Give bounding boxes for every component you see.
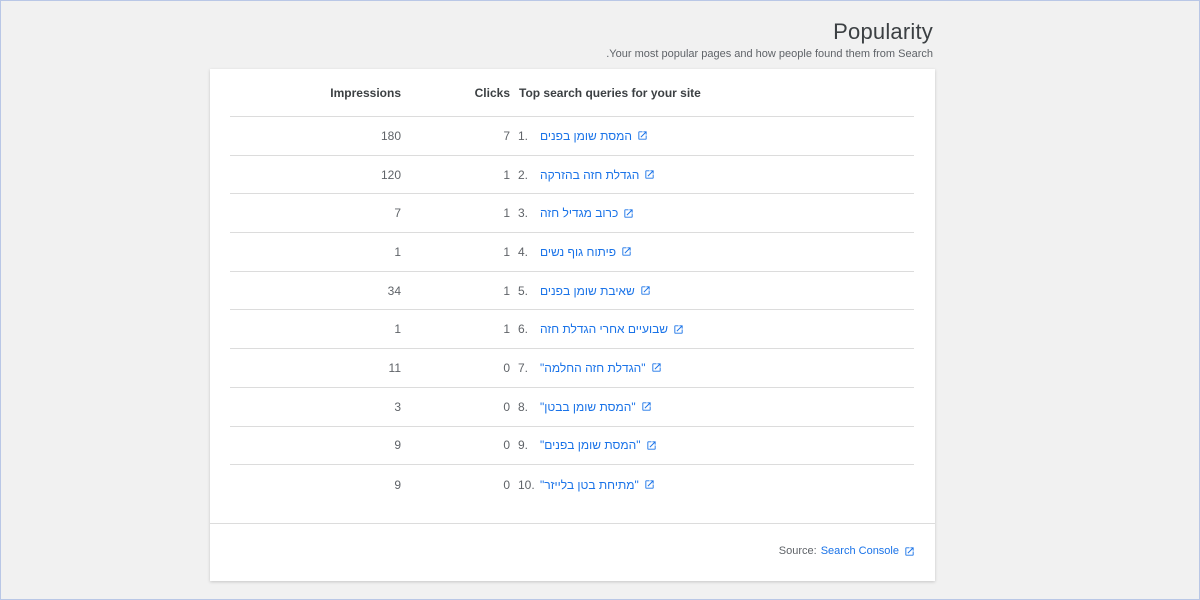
table-row: 9 0 10. "מתיחת בטן בלייזר" [230,465,914,504]
impressions-cell: 3 [394,399,401,414]
rank-number: 6. [518,322,529,337]
clicks-cell: 0 [503,477,510,492]
rank-number: 10. [518,477,535,492]
clicks-cell: 1 [503,206,510,221]
page-frame: Popularity .Your most popular pages and … [0,0,1200,600]
query-cell: 3. כרוב מגדיל חזה [518,194,634,232]
rank-number: 5. [518,283,529,298]
clicks-cell: 1 [503,167,510,182]
open-in-new-icon[interactable] [637,130,648,141]
table-row: 9 0 9. "המסת שומן בפנים" [230,427,914,466]
open-in-new-icon[interactable] [646,440,657,451]
clicks-cell: 1 [503,283,510,298]
rank-number: 3. [518,206,529,221]
table-row: 3 0 8. "המסת שומן בבטן" [230,388,914,427]
impressions-header: Impressions [330,85,401,100]
table-row: 120 1 2. הגדלת חזה בהזרקה [230,156,914,195]
table-header: Impressions Clicks Top search queries fo… [230,69,914,117]
impressions-cell: 120 [380,167,401,182]
page-subtitle: .Your most popular pages and how people … [606,48,933,60]
impressions-cell: 7 [394,206,401,221]
clicks-cell: 7 [503,128,510,143]
open-in-new-icon[interactable] [644,169,655,180]
rank-number: 4. [518,244,529,259]
open-in-new-icon[interactable] [640,285,651,296]
open-in-new-icon[interactable] [621,246,632,257]
clicks-cell: 1 [503,322,510,337]
source-label: Source: [778,545,817,557]
clicks-cell: 1 [503,244,510,259]
query-link[interactable]: המסת שומן בפנים [540,129,632,143]
query-link[interactable]: "המסת שומן בבטן" [540,400,636,414]
table-row: 180 7 1. המסת שומן בפנים [230,117,914,156]
query-cell: 9. "המסת שומן בפנים" [518,427,657,465]
rank-number: 7. [518,360,529,375]
clicks-cell: 0 [503,399,510,414]
table-body: 180 7 1. המסת שומן בפנים 120 1 2. הגדלת חזה בהז… [230,117,914,504]
footer-divider [210,523,935,524]
query-link[interactable]: שבועיים אחרי הגדלת חזה [540,322,668,336]
open-in-new-icon[interactable] [651,362,662,373]
query-cell: 2. הגדלת חזה בהזרקה [518,156,655,194]
impressions-cell: 1 [394,322,401,337]
impressions-cell: 9 [394,477,401,492]
query-cell: 1. המסת שומן בפנים [518,117,648,155]
table-row: 7 1 3. כרוב מגדיל חזה [230,194,914,234]
query-header: Top search queries for your site [519,85,701,100]
query-cell: 5. שאיבת שומן בפנים [518,272,651,310]
open-in-new-icon[interactable] [673,324,684,335]
open-in-new-icon[interactable] [623,208,634,219]
open-in-new-icon[interactable] [644,479,655,490]
query-link[interactable]: פיתוח גוף נשים [540,245,616,259]
impressions-cell: 180 [380,128,401,143]
rank-number: 1. [518,128,529,143]
queries-table: Impressions Clicks Top search queries fo… [230,69,914,504]
impressions-cell: 9 [394,438,401,453]
query-link[interactable]: כרוב מגדיל חזה [540,206,618,220]
popularity-card: Impressions Clicks Top search queries fo… [210,69,935,581]
rank-number: 8. [518,399,529,414]
rank-number: 9. [518,438,529,453]
query-link[interactable]: הגדלת חזה בהזרקה [540,168,639,182]
query-cell: 7. "הגדלת חזה החלמה" [518,349,662,387]
table-row: 1 1 6. שבועיים אחרי הגדלת חזה [230,310,914,350]
impressions-cell: 1 [394,244,401,259]
table-row: 1 1 4. פיתוח גוף נשים [230,233,914,272]
rank-number: 2. [518,167,529,182]
table-row: 34 1 5. שאיבת שומן בפנים [230,272,914,311]
clicks-cell: 0 [503,360,510,375]
search-console-link[interactable]: Search Console [821,545,899,557]
query-cell: 10. "מתיחת בטן בלייזר" [518,465,655,504]
clicks-cell: 0 [503,438,510,453]
impressions-cell: 34 [387,283,401,298]
table-row: 11 0 7. "הגדלת חזה החלמה" [230,349,914,388]
query-link[interactable]: "המסת שומן בפנים" [540,438,641,452]
query-link[interactable]: שאיבת שומן בפנים [540,284,635,298]
query-link[interactable]: "מתיחת בטן בלייזר" [540,478,639,492]
query-cell: 6. שבועיים אחרי הגדלת חזה [518,310,684,348]
query-cell: 4. פיתוח גוף נשים [518,233,632,271]
open-in-new-icon[interactable] [641,401,652,412]
clicks-header: Clicks [474,85,510,100]
query-cell: 8. "המסת שומן בבטן" [518,388,652,426]
impressions-cell: 11 [388,360,401,375]
query-link[interactable]: "הגדלת חזה החלמה" [540,361,646,375]
open-in-new-icon[interactable] [904,546,915,557]
page-header: Popularity .Your most popular pages and … [333,19,933,60]
page-title: Popularity [833,19,933,44]
source-footer: Source: Search Console [779,545,915,557]
